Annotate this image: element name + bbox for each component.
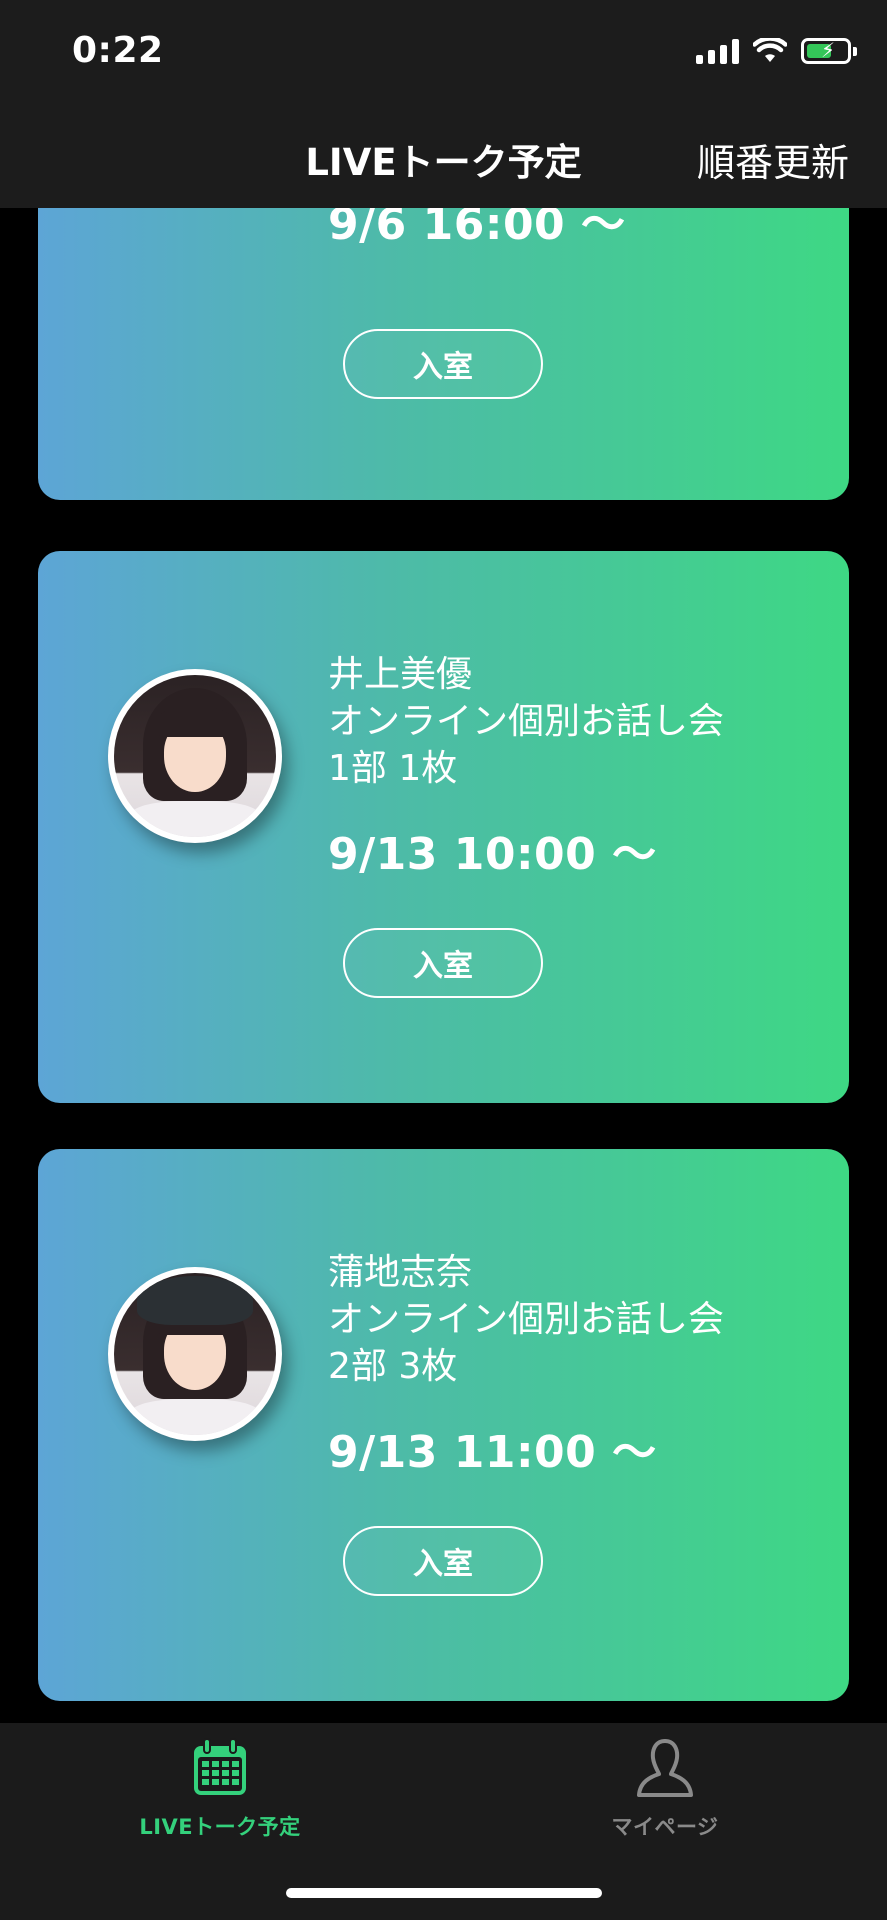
home-indicator <box>286 1888 602 1898</box>
tab-label: LIVEトーク予定 <box>139 1815 301 1839</box>
member-avatar <box>108 1267 282 1441</box>
event-part-tickets: 1部 1枚 <box>328 748 458 789</box>
battery-icon: ⚡ <box>801 38 857 64</box>
event-card: 井上美優 オンライン個別お話し会 1部 1枚 9/13 10:00 〜 入室 <box>38 551 849 1103</box>
enter-room-button[interactable]: 入室 <box>343 1526 543 1596</box>
event-datetime: 9/13 10:00 〜 <box>328 829 657 880</box>
top-bar: 0:22 ⚡ LIVEトーク予定 順番更新 <box>0 0 887 208</box>
person-icon <box>637 1739 693 1797</box>
status-time: 0:22 <box>72 30 164 71</box>
cellular-signal-icon <box>696 38 739 64</box>
event-datetime: 9/13 11:00 〜 <box>328 1427 657 1478</box>
member-name: 蒲地志奈 <box>328 1252 473 1293</box>
event-part-tickets: 2部 3枚 <box>328 1346 458 1387</box>
tab-live-talk-schedule[interactable]: LIVEトーク予定 <box>90 1737 350 1841</box>
enter-room-button[interactable]: 入室 <box>343 928 543 998</box>
event-card: 蒲地志奈 オンライン個別お話し会 2部 3枚 9/13 11:00 〜 入室 <box>38 1149 849 1701</box>
reorder-update-button[interactable]: 順番更新 <box>697 132 849 187</box>
event-info: 蒲地志奈 オンライン個別お話し会 2部 3枚 9/13 11:00 〜 <box>328 1249 838 1480</box>
tab-label: マイページ <box>611 1815 719 1839</box>
member-avatar <box>108 669 282 843</box>
wifi-icon <box>753 38 787 62</box>
enter-room-button[interactable]: 入室 <box>343 329 543 399</box>
event-type: オンライン個別お話し会 <box>328 701 725 742</box>
member-name: 井上美優 <box>328 654 473 695</box>
tab-my-page[interactable]: マイページ <box>535 1737 795 1841</box>
event-feed[interactable]: 9/6 16:00 〜 入室 井上美優 オンライン個別お話し会 1部 1枚 9/… <box>0 0 887 1920</box>
status-icons: ⚡ <box>696 38 857 64</box>
event-info: 井上美優 オンライン個別お話し会 1部 1枚 9/13 10:00 〜 <box>328 651 838 882</box>
event-type: オンライン個別お話し会 <box>328 1299 725 1340</box>
calendar-icon <box>194 1738 246 1795</box>
